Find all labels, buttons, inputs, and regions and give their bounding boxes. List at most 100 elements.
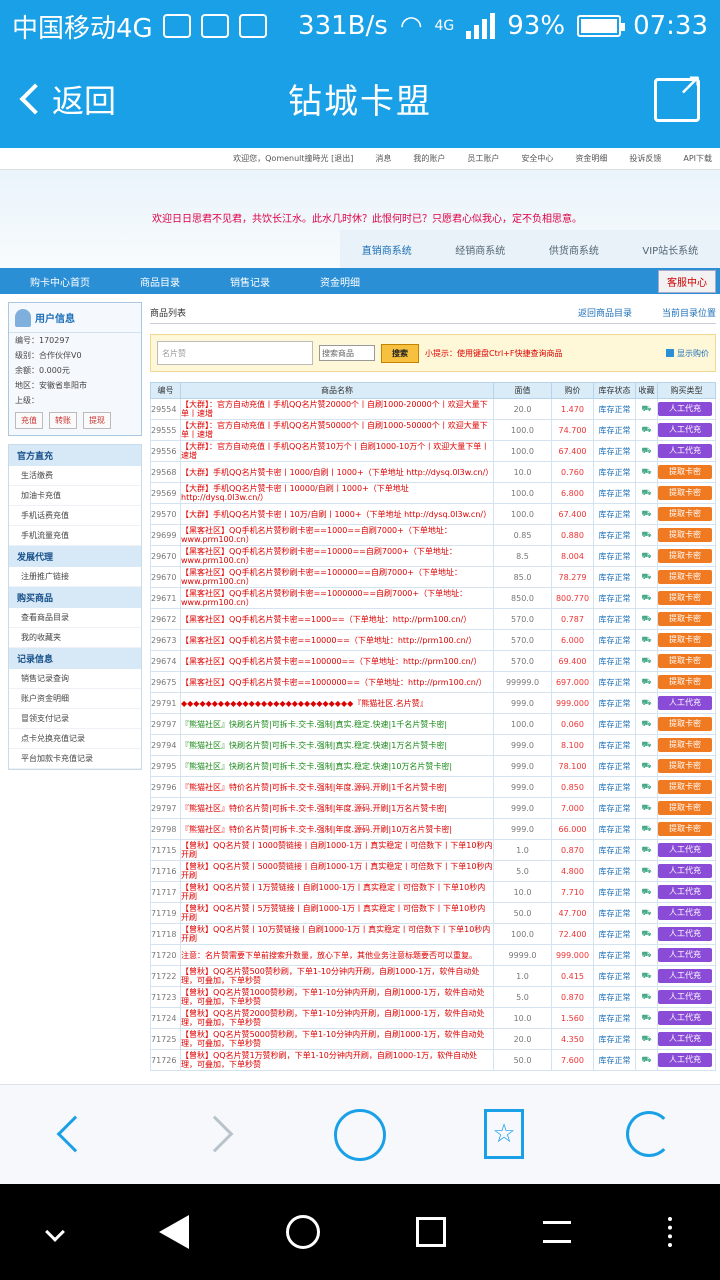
product-name[interactable]: 【曾秋】QQ名片赞丨5万赞链接丨自刷1000-1万丨真实稳定丨可倍数下丨下单10… <box>180 902 494 924</box>
buy-type-button[interactable]: 提取卡密 <box>658 822 712 836</box>
browser-forward-icon[interactable] <box>196 1115 234 1153</box>
menu-item[interactable]: 手机话费充值 <box>9 506 141 526</box>
product-name[interactable]: 【曾秋】QQ名片赞1000赞秒刷，下单1-10分钟内开刷，自刷1000-1万，软… <box>180 986 494 1008</box>
favorite-cart-icon[interactable]: ⛟ <box>635 965 658 987</box>
favorite-cart-icon[interactable]: ⛟ <box>635 986 658 1008</box>
menu-item[interactable]: 生活缴费 <box>9 466 141 486</box>
favorite-cart-icon[interactable]: ⛟ <box>635 629 658 651</box>
buy-type-button[interactable]: 提取卡密 <box>658 738 712 752</box>
favorite-cart-icon[interactable]: ⛟ <box>635 566 658 588</box>
product-name[interactable]: 【黑客社区】QQ手机名片赞卡密==1000000==（下单地址：http://p… <box>180 671 494 693</box>
product-name[interactable]: 【曾秋】QQ名片赞丨1万赞链接丨自刷1000-1万丨真实稳定丨可倍数下丨下单10… <box>180 881 494 903</box>
topnav-account[interactable]: 我的账户 <box>413 153 445 164</box>
nav-recents-icon[interactable] <box>416 1217 447 1247</box>
product-name[interactable]: 【曾秋】QQ名片赞丨10万赞链接丨自刷1000-1万丨真实稳定丨可倍数下丨下单1… <box>180 923 494 945</box>
buy-type-button[interactable]: 提取卡密 <box>658 675 712 689</box>
product-name[interactable]: 注意：名片赞需要下单前搜索升数量，放心下单，其他业务注意标题要否可以重复。 <box>180 944 494 966</box>
favorite-cart-icon[interactable]: ⛟ <box>635 419 658 441</box>
tab-vip[interactable]: VIP站长系统 <box>642 242 698 257</box>
topnav-complaint[interactable]: 投诉反馈 <box>629 153 661 164</box>
buy-type-button[interactable]: 人工代充 <box>658 843 712 857</box>
buy-type-button[interactable]: 提取卡密 <box>658 717 712 731</box>
buy-type-button[interactable]: 人工代充 <box>658 1032 712 1046</box>
topnav-messages[interactable]: 消息 <box>375 153 391 164</box>
buy-type-button[interactable]: 提取卡密 <box>658 591 712 605</box>
product-name[interactable]: 『熊猫社区』特价名片赞|可拆卡.交卡.强制|年度.源码.开刷|1万名片赞卡密| <box>180 797 494 819</box>
product-name[interactable]: 【曾秋】QQ名片赞丨1000赞链接丨自刷1000-1万丨真实稳定丨可倍数下丨下单… <box>180 839 494 861</box>
product-name[interactable]: 【黑客社区】QQ手机名片赞卡密==100000==（下单地址：http://pr… <box>180 650 494 672</box>
favorite-cart-icon[interactable]: ⛟ <box>635 503 658 525</box>
favorite-cart-icon[interactable]: ⛟ <box>635 776 658 798</box>
collapse-icon[interactable] <box>45 1222 66 1242</box>
product-name[interactable]: 『熊猫社区』快刷名片赞|可拆卡.交卡.强制|真实.稳定.快速|1千名片赞卡密| <box>180 713 494 735</box>
notification-pull-icon[interactable] <box>542 1221 571 1243</box>
product-name[interactable]: 『熊猫社区』特价名片赞|可拆卡.交卡.强制|年度.源码.开刷|1千名片赞卡密| <box>180 776 494 798</box>
buy-type-button[interactable]: 人工代充 <box>658 906 712 920</box>
favorite-cart-icon[interactable]: ⛟ <box>635 713 658 735</box>
buy-type-button[interactable]: 人工代充 <box>658 423 712 437</box>
tab-direct[interactable]: 直销商系统 <box>362 242 412 257</box>
product-name[interactable]: 【大群】手机QQ名片赞卡密丨10万/自刷丨1000+（下单地址 http://d… <box>180 503 494 525</box>
product-name[interactable]: 【曾秋】QQ名片赞丨5000赞链接丨自刷1000-1万丨真实稳定丨可倍数下丨下单… <box>180 860 494 882</box>
tab-dealer[interactable]: 经销商系统 <box>455 242 505 257</box>
transfer-button[interactable]: 转账 <box>49 412 77 429</box>
buy-type-button[interactable]: 提取卡密 <box>658 528 712 542</box>
product-name[interactable]: 【曾秋】QQ名片赞5000赞秒刷，下单1-10分钟内开刷，自刷1000-1万，软… <box>180 1028 494 1050</box>
buy-type-button[interactable]: 人工代充 <box>658 696 712 710</box>
topnav-api[interactable]: API下载 <box>683 153 712 164</box>
menu-item[interactable]: 点卡兑换充值记录 <box>9 729 141 749</box>
favorite-cart-icon[interactable]: ⛟ <box>635 524 658 546</box>
menu-item[interactable]: 我的收藏夹 <box>9 628 141 648</box>
favorite-cart-icon[interactable]: ⛟ <box>635 692 658 714</box>
topnav-security[interactable]: 安全中心 <box>521 153 553 164</box>
browser-back-icon[interactable] <box>56 1115 94 1153</box>
back-to-catalog-link[interactable]: 返回商品目录 <box>578 306 632 319</box>
buy-type-button[interactable]: 提取卡密 <box>658 507 712 521</box>
product-name[interactable]: 『熊猫社区』快刷名片赞|可拆卡.交卡.强制|真实.稳定.快速|10万名片赞卡密| <box>180 755 494 777</box>
favorite-cart-icon[interactable]: ⛟ <box>635 755 658 777</box>
favorite-cart-icon[interactable]: ⛟ <box>635 671 658 693</box>
menu-item[interactable]: 查看商品目录 <box>9 608 141 628</box>
buy-type-button[interactable]: 人工代充 <box>658 864 712 878</box>
buy-type-button[interactable]: 提取卡密 <box>658 780 712 794</box>
buy-type-button[interactable]: 提取卡密 <box>658 486 712 500</box>
product-name[interactable]: 【黑客社区】QQ手机名片赞秒刷卡密==100000==自刷7000+（下单地址：… <box>180 566 494 588</box>
favorite-cart-icon[interactable]: ⛟ <box>635 839 658 861</box>
favorite-cart-icon[interactable]: ⛟ <box>635 608 658 630</box>
favorite-cart-icon[interactable]: ⛟ <box>635 923 658 945</box>
menu-item[interactable]: 平台加款卡充值记录 <box>9 749 141 769</box>
product-name[interactable]: 【大群】手机QQ名片赞卡密丨10000/自刷丨1000+（下单地址 http:/… <box>180 482 494 504</box>
favorite-cart-icon[interactable]: ⛟ <box>635 482 658 504</box>
buy-type-button[interactable]: 提取卡密 <box>658 759 712 773</box>
product-name[interactable]: 【大群】：官方自动充值丨手机QQ名片赞10万个丨自刷1000-10万个丨欢迎大量… <box>180 440 494 462</box>
product-name[interactable]: 【黑客社区】QQ手机名片赞卡密==10000==（下单地址：http://prm… <box>180 629 494 651</box>
product-name[interactable]: 【黑客社区】QQ手机名片赞秒刷卡密==1000==自刷7000+（下单地址：ww… <box>180 524 494 546</box>
favorite-cart-icon[interactable]: ⛟ <box>635 1049 658 1071</box>
buy-type-button[interactable]: 提取卡密 <box>658 549 712 563</box>
nav-home[interactable]: 购卡中心首页 <box>30 274 90 289</box>
product-name[interactable]: 【黑客社区】QQ手机名片赞卡密==1000==（下单地址：http://prm1… <box>180 608 494 630</box>
buy-type-button[interactable]: 提取卡密 <box>658 465 712 479</box>
menu-item[interactable]: 冒领支付记录 <box>9 709 141 729</box>
refresh-icon[interactable] <box>626 1111 672 1157</box>
product-name[interactable]: 『熊猫社区』特价名片赞|可拆卡.交卡.强制|年度.源码.开刷|10万名片赞卡密| <box>180 818 494 840</box>
share-icon[interactable] <box>654 67 703 122</box>
topnav-staff[interactable]: 员工账户 <box>467 153 499 164</box>
favorite-cart-icon[interactable]: ⛟ <box>635 1028 658 1050</box>
favorite-cart-icon[interactable]: ⛟ <box>635 818 658 840</box>
buy-type-button[interactable]: 人工代充 <box>658 948 712 962</box>
buy-type-button[interactable]: 人工代充 <box>658 402 712 416</box>
product-name[interactable]: 【大群】：官方自动充值丨手机QQ名片赞20000个丨自刷1000-20000个丨… <box>180 398 494 420</box>
nav-catalog[interactable]: 商品目录 <box>140 274 180 289</box>
browser-home-icon[interactable] <box>334 1109 386 1161</box>
buy-type-button[interactable]: 提取卡密 <box>658 570 712 584</box>
favorite-cart-icon[interactable]: ⛟ <box>635 398 658 420</box>
product-name[interactable]: 【曾秋】QQ名片赞2000赞秒刷，下单1-10分钟内开刷，自刷1000-1万，软… <box>180 1007 494 1029</box>
bookmark-star-icon[interactable]: ☆ <box>484 1109 524 1159</box>
favorite-cart-icon[interactable]: ⛟ <box>635 650 658 672</box>
product-name[interactable]: 【大群】：官方自动充值丨手机QQ名片赞50000个丨自刷1000-50000个丨… <box>180 419 494 441</box>
favorite-cart-icon[interactable]: ⛟ <box>635 881 658 903</box>
menu-item[interactable]: 注册推广链接 <box>9 567 141 587</box>
topnav-funds[interactable]: 资金明细 <box>575 153 607 164</box>
menu-item[interactable]: 账户资金明细 <box>9 689 141 709</box>
